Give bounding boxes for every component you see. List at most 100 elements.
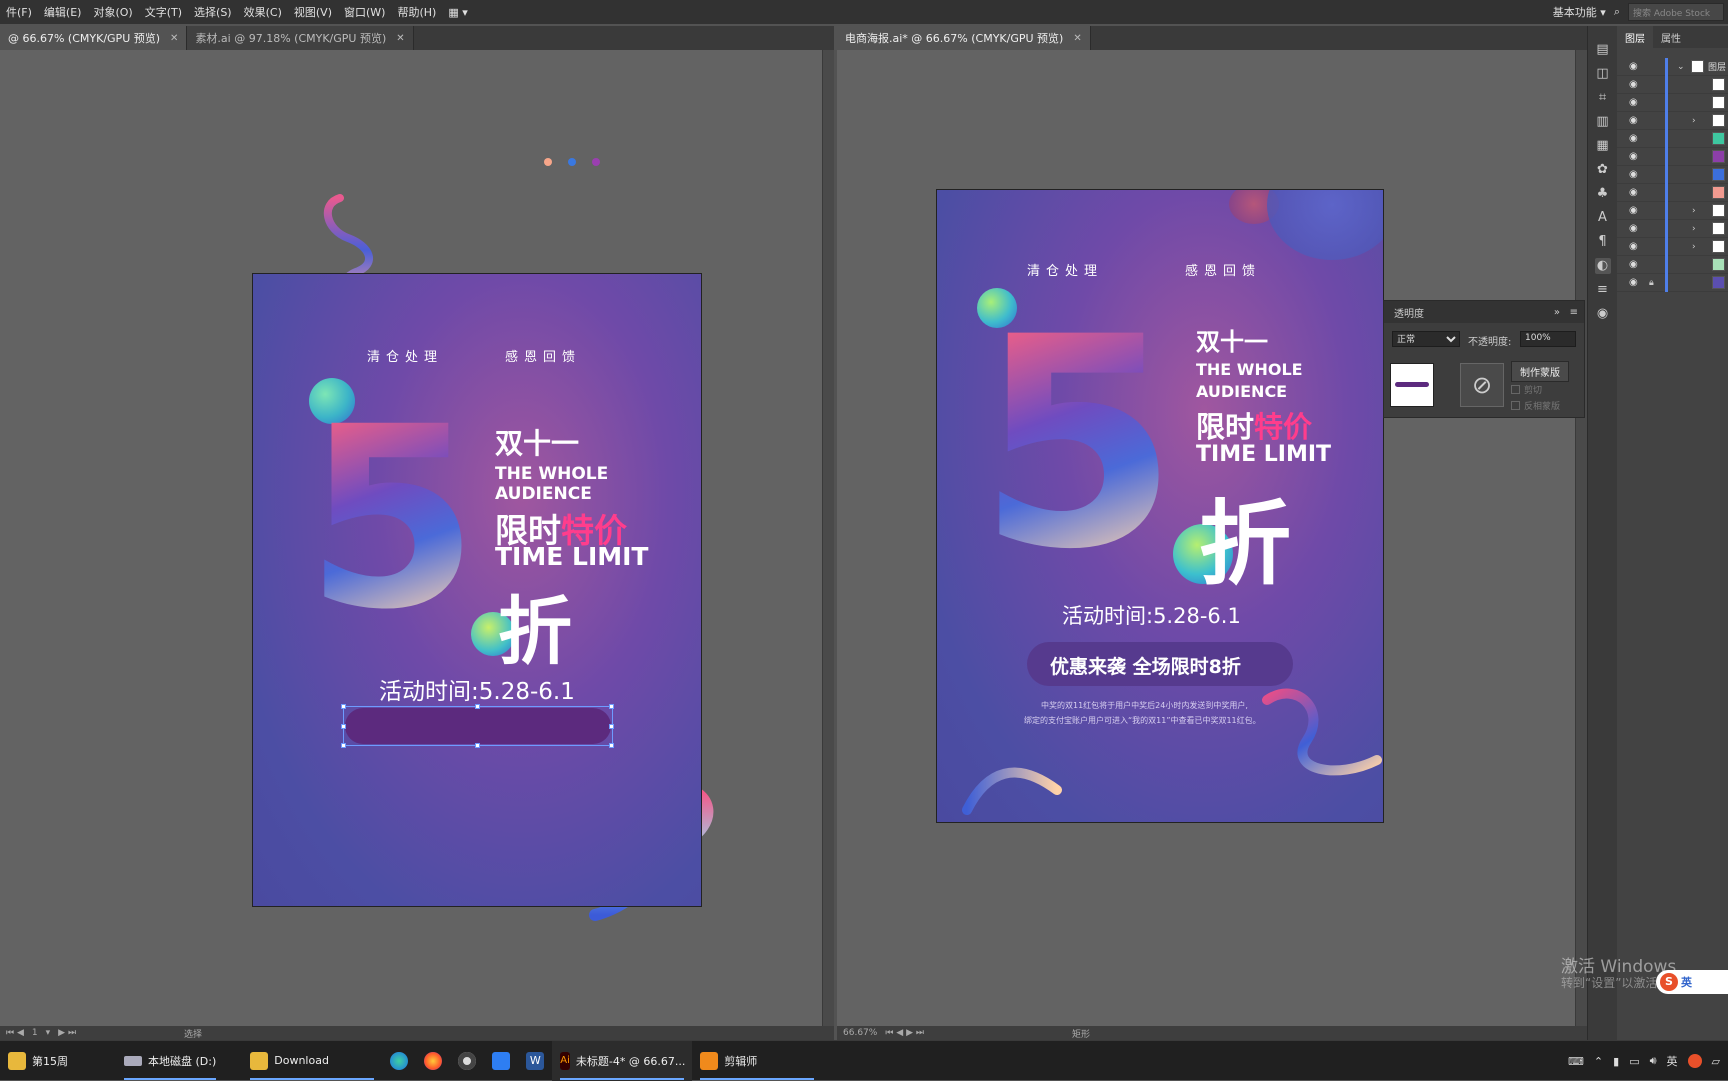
make-mask-button[interactable]: 制作蒙版: [1511, 361, 1569, 382]
swatches-icon[interactable]: ▦: [1595, 138, 1611, 154]
layer-row[interactable]: ◉: [1617, 256, 1728, 274]
eye-icon[interactable]: ◉: [1629, 169, 1641, 180]
menu-type[interactable]: 文字(T): [139, 4, 188, 20]
transparency-icon[interactable]: ◐: [1594, 258, 1611, 274]
ime-indicator[interactable]: 英: [1667, 1053, 1678, 1069]
object-thumbnail[interactable]: [1390, 363, 1434, 407]
blend-mode-select[interactable]: 正常: [1392, 331, 1460, 347]
page-number[interactable]: 1: [32, 1028, 38, 1038]
selection-handle[interactable]: [341, 704, 346, 709]
layer-row[interactable]: ◉ ›: [1617, 220, 1728, 238]
taskbar-item-jianjishi[interactable]: 剪辑师: [692, 1041, 822, 1081]
pathfinder-icon[interactable]: ◫: [1595, 66, 1611, 82]
close-icon[interactable]: ✕: [396, 33, 404, 44]
keyboard-icon[interactable]: ⌨: [1568, 1055, 1584, 1068]
arrange-documents-icon[interactable]: ▦ ▾: [442, 6, 473, 19]
volume-icon[interactable]: 🔊︎: [1650, 1054, 1657, 1068]
left-vertical-scrollbar[interactable]: [822, 50, 834, 1026]
chevron-right-icon[interactable]: ›: [1692, 206, 1696, 216]
menu-select[interactable]: 选择(S): [188, 4, 238, 20]
menu-help[interactable]: 帮助(H): [391, 4, 442, 20]
chevron-down-icon[interactable]: ▾: [46, 1028, 51, 1038]
left-artboard[interactable]: 清仓处理 感恩回馈 5 双十一 THE WHOLE AUDIENCE 限时特价 …: [252, 273, 702, 907]
taskbar-item-word[interactable]: W: [518, 1041, 552, 1081]
eye-icon[interactable]: ◉: [1629, 259, 1641, 270]
eye-icon[interactable]: ◉: [1629, 241, 1641, 252]
page-nav-icon[interactable]: ⏮ ◀: [6, 1028, 24, 1038]
eye-icon[interactable]: ◉: [1629, 115, 1641, 126]
eye-icon[interactable]: ◉: [1629, 205, 1641, 216]
layer-row[interactable]: ◉: [1617, 148, 1728, 166]
eye-icon[interactable]: ◉: [1629, 187, 1641, 198]
taskbar-item-week15[interactable]: 第15周: [0, 1041, 76, 1081]
close-icon[interactable]: ✕: [170, 33, 178, 44]
layer-row[interactable]: ◉ ›: [1617, 112, 1728, 130]
zoom-level[interactable]: 66.67%: [843, 1028, 877, 1038]
layer-row[interactable]: ◉: [1617, 184, 1728, 202]
menu-icon[interactable]: ≡: [1570, 307, 1578, 318]
eye-icon[interactable]: ◉: [1629, 97, 1641, 108]
taskbar-item-feishu[interactable]: [484, 1041, 518, 1081]
chevron-right-icon[interactable]: ›: [1692, 242, 1696, 252]
lock-icon[interactable]: 🔒︎: [1649, 278, 1659, 288]
layer-row[interactable]: ◉: [1617, 76, 1728, 94]
selection-handle[interactable]: [475, 743, 480, 748]
usb-icon[interactable]: ▮: [1613, 1055, 1619, 1068]
notification-icon[interactable]: ▱: [1712, 1055, 1720, 1068]
taskbar-item-firefox[interactable]: [416, 1041, 450, 1081]
eye-icon[interactable]: ◉: [1629, 133, 1641, 144]
layer-row[interactable]: ◉ ›: [1617, 202, 1728, 220]
workspace-switcher[interactable]: 基本功能 ▾: [1553, 4, 1606, 20]
selection-handle[interactable]: [475, 704, 480, 709]
color-icon[interactable]: ✿: [1595, 162, 1611, 178]
network-icon[interactable]: ▭: [1629, 1055, 1639, 1068]
taskbar-item-music[interactable]: [450, 1041, 484, 1081]
collapse-icon[interactable]: »: [1554, 307, 1560, 318]
layer-row[interactable]: ◉ ›: [1617, 238, 1728, 256]
tab-left-doc-2[interactable]: 素材.ai @ 97.18% (CMYK/GPU 预览) ✕: [187, 26, 414, 50]
tab-properties[interactable]: 属性: [1653, 26, 1689, 48]
selection-handle[interactable]: [341, 743, 346, 748]
transform-icon[interactable]: ⌗: [1595, 90, 1611, 106]
eye-icon[interactable]: ◉: [1629, 79, 1641, 90]
page-nav-icon[interactable]: ⏮ ◀ ▶ ⏭: [885, 1028, 924, 1038]
menu-window[interactable]: 窗口(W): [338, 4, 391, 20]
align-icon[interactable]: ▤: [1595, 42, 1611, 58]
no-mask-icon[interactable]: ⊘: [1460, 363, 1504, 407]
right-artboard[interactable]: 清仓处理 感恩回馈 5 双十一 THE WHOLE AUDIENCE 限时特价 …: [936, 189, 1384, 823]
character-icon[interactable]: A: [1595, 210, 1611, 226]
tab-right-doc-1[interactable]: 电商海报.ai* @ 66.67% (CMYK/GPU 预览) ✕: [837, 26, 1091, 50]
selection-handle[interactable]: [341, 724, 346, 729]
sogou-tray-icon[interactable]: [1687, 1054, 1702, 1068]
right-canvas[interactable]: 清仓处理 感恩回馈 5 双十一 THE WHOLE AUDIENCE 限时特价 …: [837, 50, 1575, 1026]
invert-mask-checkbox[interactable]: 反相蒙版: [1511, 399, 1560, 412]
layer-row[interactable]: ◉: [1617, 130, 1728, 148]
appearance-icon[interactable]: ◉: [1595, 306, 1611, 322]
tab-layers[interactable]: 图层: [1617, 26, 1653, 48]
menu-object[interactable]: 对象(O): [87, 4, 138, 20]
taskbar-item-local-disk[interactable]: 本地磁盘 (D:): [116, 1041, 224, 1081]
selection-handle[interactable]: [609, 724, 614, 729]
tab-left-doc-1[interactable]: @ 66.67% (CMYK/GPU 预览) ✕: [0, 26, 188, 50]
layer-row[interactable]: ◉ 🔒︎: [1617, 274, 1728, 292]
clip-checkbox[interactable]: 剪切: [1511, 383, 1542, 396]
chevron-up-icon[interactable]: ⌃: [1594, 1055, 1603, 1068]
search-input[interactable]: 搜索 Adobe Stock: [1628, 3, 1724, 21]
layer-row[interactable]: ◉ ⌄ 图层: [1617, 58, 1728, 76]
selection-handle[interactable]: [609, 743, 614, 748]
eye-icon[interactable]: ◉: [1629, 151, 1641, 162]
layer-row[interactable]: ◉: [1617, 94, 1728, 112]
taskbar-item-illustrator[interactable]: Ai 未标题-4* @ 66.67...: [552, 1040, 693, 1081]
taskbar-item-download[interactable]: Download: [242, 1041, 382, 1081]
menu-file[interactable]: 件(F): [0, 4, 38, 20]
menu-effect[interactable]: 效果(C): [238, 4, 288, 20]
right-vertical-scrollbar[interactable]: [1575, 50, 1587, 1026]
paragraph-icon[interactable]: ¶: [1595, 234, 1611, 250]
selection-handle[interactable]: [609, 704, 614, 709]
taskbar-item-edge[interactable]: [382, 1041, 416, 1081]
gradient-icon[interactable]: ▥: [1595, 114, 1611, 130]
eye-icon[interactable]: ◉: [1629, 277, 1641, 288]
chevron-down-icon[interactable]: ⌄: [1677, 62, 1685, 72]
opacity-input[interactable]: 100%: [1520, 331, 1576, 347]
menu-view[interactable]: 视图(V): [288, 4, 338, 20]
